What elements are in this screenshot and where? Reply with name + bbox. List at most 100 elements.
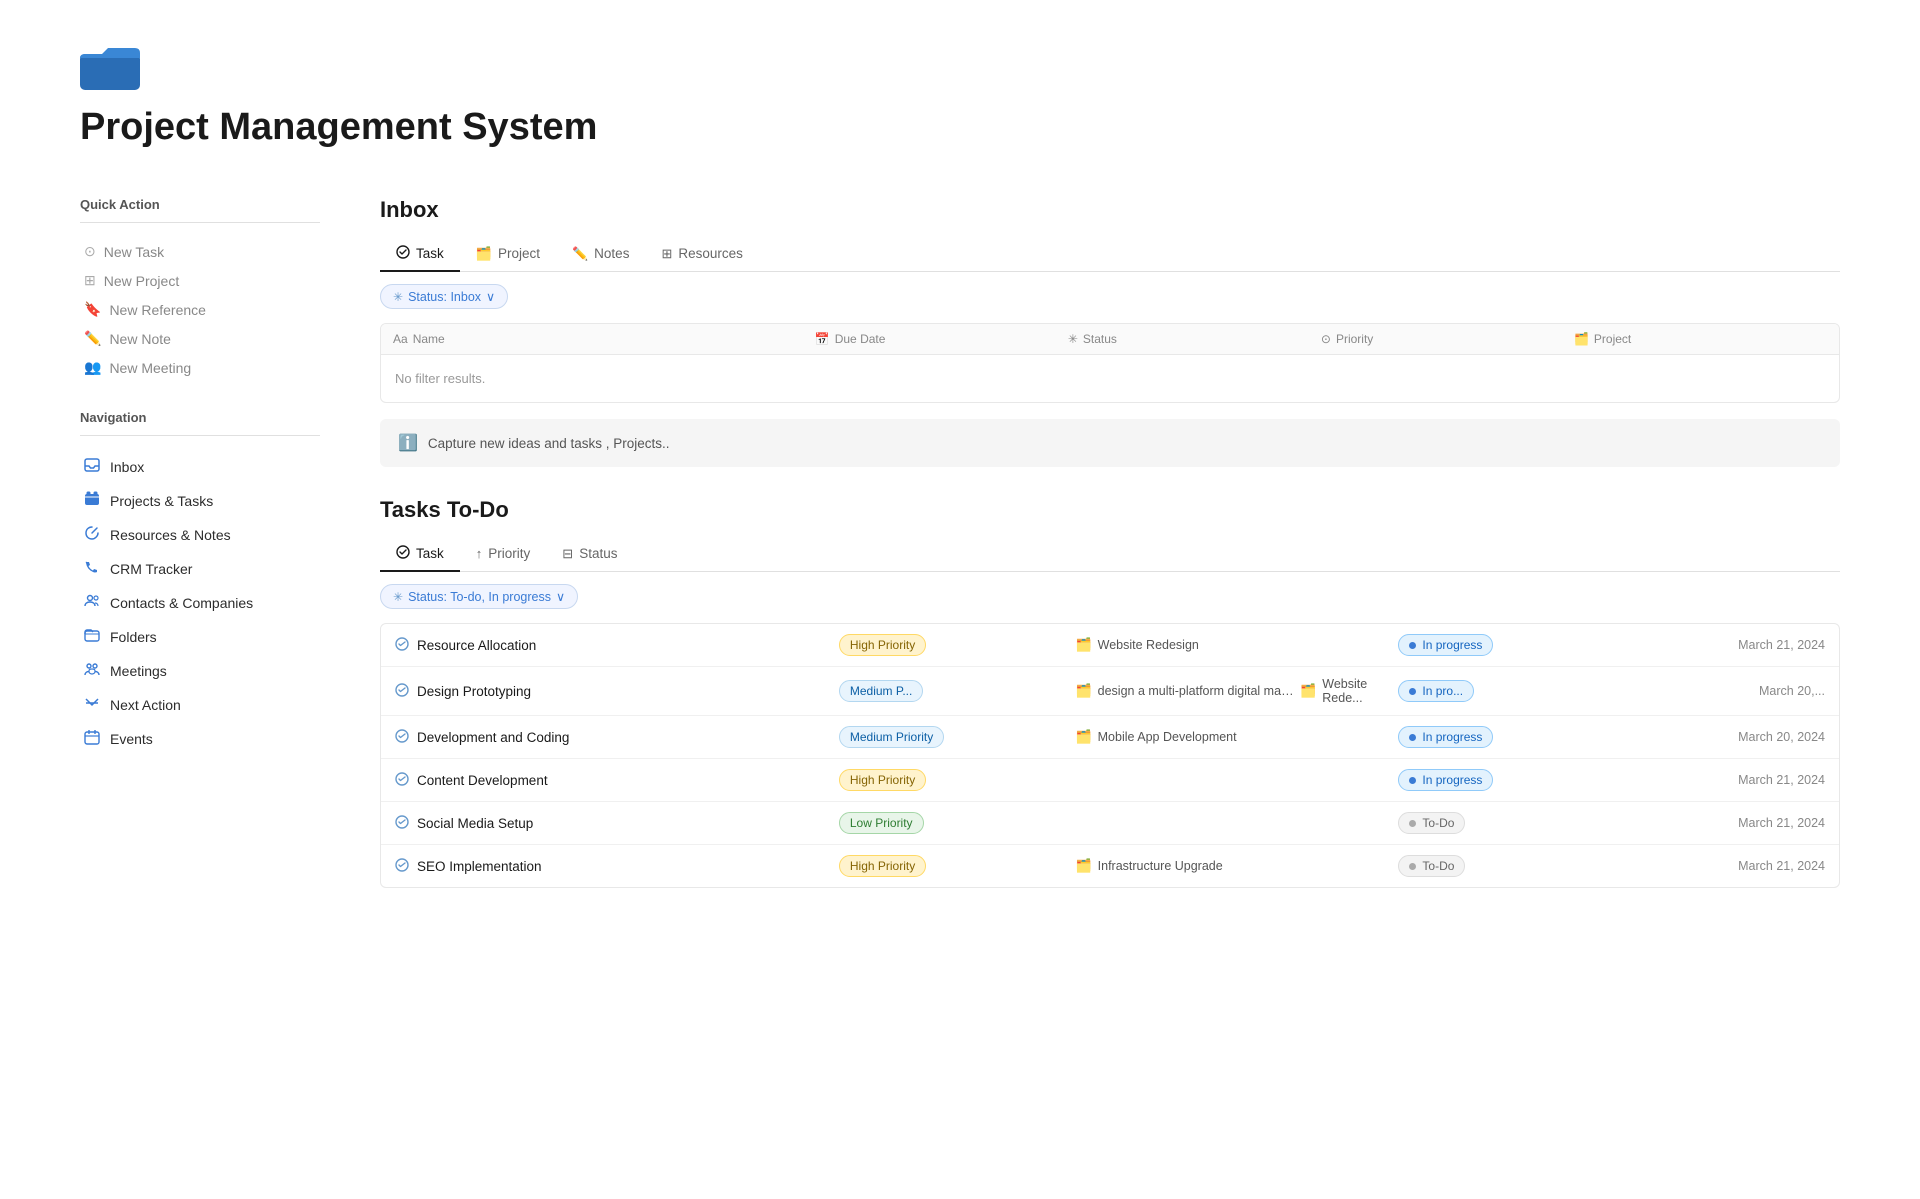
content-area: Inbox Task 🗂️ Project ✏️ <box>380 197 1840 888</box>
tasks-tab-status-label: Status <box>579 546 617 561</box>
task-project-name: Website Redesign <box>1098 638 1199 652</box>
inbox-filter-badge[interactable]: ✳ Status: Inbox ∨ <box>380 284 508 309</box>
info-banner-text: Capture new ideas and tasks , Projects.. <box>428 436 670 451</box>
tasks-tab-priority-label: Priority <box>488 546 530 561</box>
table-row[interactable]: Development and Coding Medium Priority 🗂… <box>381 716 1839 759</box>
tab-task[interactable]: Task <box>380 237 460 272</box>
task-status-cell: In progress <box>1398 769 1605 791</box>
task-row-icon <box>395 729 409 746</box>
quick-action-new-note[interactable]: ✏️ New Note <box>80 324 320 353</box>
navigation-title: Navigation <box>80 410 320 425</box>
inbox-table: Aa Name 📅 Due Date ✳ Status ⊙ <box>380 323 1840 403</box>
crm-icon <box>84 559 100 579</box>
inbox-icon <box>84 457 100 477</box>
col-due-date: 📅 Due Date <box>815 332 1068 346</box>
tasks-filter-chevron: ∨ <box>556 589 565 604</box>
task-row-icon <box>395 683 409 700</box>
tab-project[interactable]: 🗂️ Project <box>460 237 556 272</box>
task-date-cell: March 20,... <box>1618 684 1825 698</box>
sidebar-item-folders[interactable]: Folders <box>80 620 320 654</box>
quick-action-new-task[interactable]: ⊙ New Task <box>80 237 320 266</box>
divider <box>80 222 320 223</box>
sidebar-item-next-action[interactable]: Next Action <box>80 688 320 722</box>
task-priority-cell: High Priority <box>839 855 1064 877</box>
sidebar-item-projects-tasks[interactable]: Projects & Tasks <box>80 484 320 518</box>
sidebar-item-resources-notes[interactable]: Resources & Notes <box>80 518 320 552</box>
page-title: Project Management System <box>80 106 1840 149</box>
sidebar-item-contacts-companies[interactable]: Contacts & Companies <box>80 586 320 620</box>
task-status-cell: In progress <box>1398 634 1605 656</box>
quick-action-section: Quick Action ⊙ New Task ⊞ New Project 🔖 … <box>80 197 320 382</box>
folder-icon <box>80 40 140 90</box>
task-project-cell: 🗂️ Website Redesign <box>1075 637 1386 653</box>
quick-action-new-meeting[interactable]: 👥 New Meeting <box>80 353 320 382</box>
inbox-section: Inbox Task 🗂️ Project ✏️ <box>380 197 1840 467</box>
page-header: Project Management System <box>80 40 1840 157</box>
sidebar-item-events[interactable]: Events <box>80 722 320 756</box>
sidebar-label-inbox: Inbox <box>110 459 144 475</box>
events-icon <box>84 729 100 749</box>
tasks-filter-badge[interactable]: ✳ Status: To-do, In progress ∨ <box>380 584 578 609</box>
inbox-table-header: Aa Name 📅 Due Date ✳ Status ⊙ <box>381 324 1839 355</box>
task-row-icon <box>395 858 409 875</box>
task-name-text: Social Media Setup <box>417 816 533 831</box>
folders-icon <box>84 627 100 647</box>
tasks-filter-spin-icon: ✳ <box>393 590 403 604</box>
tab-resources[interactable]: ⊞ Resources <box>645 237 758 272</box>
status-dot <box>1409 734 1416 741</box>
tasks-tab-task-label: Task <box>416 546 444 561</box>
tasks-tab-task[interactable]: Task <box>380 537 460 572</box>
status-dot <box>1409 820 1416 827</box>
sidebar-item-meetings[interactable]: Meetings <box>80 654 320 688</box>
task-name-text: Design Prototyping <box>417 684 531 699</box>
table-row[interactable]: SEO Implementation High Priority 🗂️ Infr… <box>381 845 1839 887</box>
reference-icon: 🔖 <box>84 301 101 318</box>
tasks-title: Tasks To-Do <box>380 497 1840 523</box>
task-project-name: Infrastructure Upgrade <box>1098 859 1223 873</box>
info-icon: ℹ️ <box>398 433 418 453</box>
table-row[interactable]: Social Media Setup Low Priority To-Do <box>381 802 1839 845</box>
sidebar: Quick Action ⊙ New Task ⊞ New Project 🔖 … <box>80 197 320 888</box>
tab-notes[interactable]: ✏️ Notes <box>556 237 645 272</box>
sidebar-item-crm-tracker[interactable]: CRM Tracker <box>80 552 320 586</box>
status-badge: To-Do <box>1398 812 1465 834</box>
tasks-tab-status[interactable]: ⊟ Status <box>546 538 633 572</box>
project-icon-cell: 🗂️ <box>1075 858 1091 874</box>
task-priority-cell: High Priority <box>839 769 1064 791</box>
tasks-status-tab-icon: ⊟ <box>562 546 573 562</box>
status-dot <box>1409 642 1416 649</box>
status-dot <box>1409 777 1416 784</box>
status-badge: In progress <box>1398 769 1493 791</box>
task-status-cell: To-Do <box>1398 855 1605 877</box>
task-date-cell: March 21, 2024 <box>1618 816 1825 830</box>
quick-action-new-reference[interactable]: 🔖 New Reference <box>80 295 320 324</box>
inbox-tabs: Task 🗂️ Project ✏️ Notes ⊞ Resources <box>380 237 1840 272</box>
inbox-filter-row: ✳ Status: Inbox ∨ <box>380 284 1840 309</box>
project-icon-cell: 🗂️ <box>1075 683 1091 699</box>
next-action-icon <box>84 695 100 715</box>
table-row[interactable]: Resource Allocation High Priority 🗂️ Web… <box>381 624 1839 667</box>
meetings-icon <box>84 661 100 681</box>
col-name: Aa Name <box>393 332 815 346</box>
sidebar-label-contacts-companies: Contacts & Companies <box>110 595 253 611</box>
task-name-cell: Social Media Setup <box>395 815 827 832</box>
project-col-icon: 🗂️ <box>1574 332 1589 346</box>
duedate-icon: 📅 <box>815 332 830 346</box>
task-priority-cell: Low Priority <box>839 812 1064 834</box>
task-name-cell: Development and Coding <box>395 729 827 746</box>
task-name-text: Development and Coding <box>417 730 569 745</box>
nav-divider <box>80 435 320 436</box>
tasks-tab-priority[interactable]: ↑ Priority <box>460 538 547 571</box>
inbox-filter-label: Status: Inbox <box>408 290 481 304</box>
status-badge: In progress <box>1398 726 1493 748</box>
quick-action-new-project[interactable]: ⊞ New Project <box>80 266 320 295</box>
sidebar-item-inbox[interactable]: Inbox <box>80 450 320 484</box>
table-row[interactable]: Content Development High Priority In pro… <box>381 759 1839 802</box>
sidebar-label-projects-tasks: Projects & Tasks <box>110 493 213 509</box>
task-project-extra: Website Rede... <box>1322 677 1386 705</box>
tasks-filter-label: Status: To-do, In progress <box>408 590 551 604</box>
status-dot <box>1409 688 1416 695</box>
table-row[interactable]: Design Prototyping Medium P... 🗂️ design… <box>381 667 1839 716</box>
status-icon: ✳ <box>1068 332 1078 346</box>
tasks-task-tab-icon <box>396 545 410 562</box>
